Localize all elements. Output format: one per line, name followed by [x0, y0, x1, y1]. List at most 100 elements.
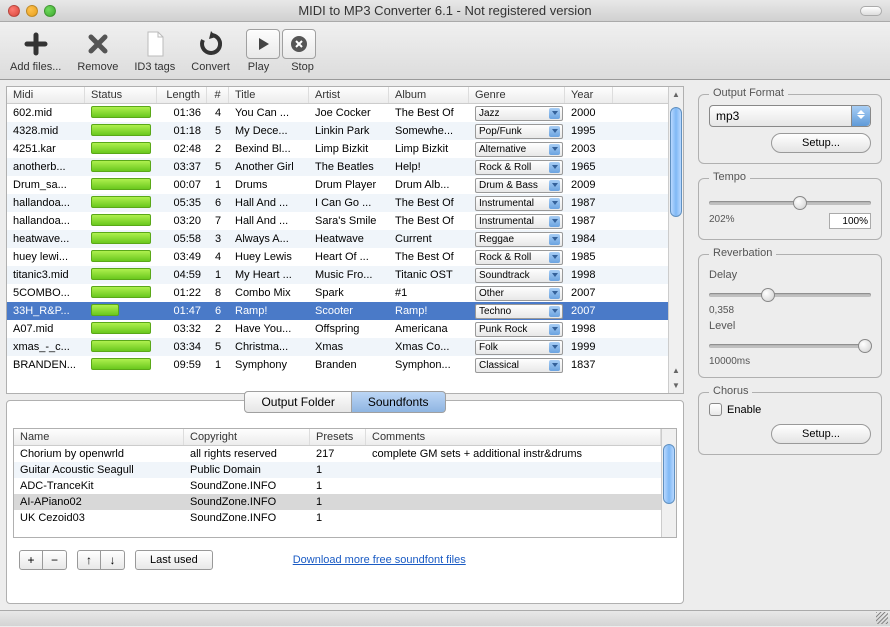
table-row[interactable]: Drum_sa...00:071DrumsDrum PlayerDrum Alb… [7, 176, 668, 194]
sf-scrollbar[interactable] [661, 429, 676, 537]
convert-button[interactable]: Convert [191, 29, 230, 73]
genre-select[interactable]: Folk [475, 340, 563, 355]
chorus-label: Chorus [709, 385, 752, 397]
genre-select[interactable]: Rock & Roll [475, 160, 563, 175]
stop-button[interactable] [282, 29, 316, 59]
tab-soundfonts[interactable]: Soundfonts [352, 391, 446, 413]
stop-icon [290, 35, 308, 53]
table-row[interactable]: 33H_R&P...01:476Ramp!ScooterRamp!Techno2… [7, 302, 668, 320]
level-label: Level [709, 320, 871, 332]
table-row[interactable]: 5COMBO...01:228Combo MixSpark#1Other2007 [7, 284, 668, 302]
col-genre[interactable]: Genre [469, 87, 565, 103]
checkbox-icon [709, 403, 722, 416]
sf-move-up-button[interactable]: ↑ [77, 550, 101, 570]
scroll-up2-icon[interactable]: ▲ [669, 363, 683, 378]
soundfont-row[interactable]: UK Cezoid03SoundZone.INFO1 [14, 510, 661, 526]
tempo-default-input[interactable] [829, 213, 871, 229]
output-format-group: Output Format mp3 Setup... [698, 94, 882, 164]
table-row[interactable]: heatwave...05:583Always A...HeatwaveCurr… [7, 230, 668, 248]
genre-select[interactable]: Drum & Bass [475, 178, 563, 193]
genre-select[interactable]: Alternative [475, 142, 563, 157]
genre-select[interactable]: Other [475, 286, 563, 301]
table-row[interactable]: anotherb...03:375Another GirlThe Beatles… [7, 158, 668, 176]
col-album[interactable]: Album [389, 87, 469, 103]
col-midi[interactable]: Midi [7, 87, 85, 103]
col-length[interactable]: Length [157, 87, 207, 103]
toolbar-toggle-button[interactable] [860, 6, 882, 16]
scroll-thumb[interactable] [663, 444, 675, 504]
genre-select[interactable]: Techno [475, 304, 563, 319]
scroll-up-icon[interactable]: ▲ [669, 87, 683, 102]
genre-select[interactable]: Instrumental [475, 196, 563, 211]
sf-col-name[interactable]: Name [14, 429, 184, 445]
window-title: MIDI to MP3 Converter 6.1 - Not register… [0, 3, 890, 18]
download-soundfonts-link[interactable]: Download more free soundfont files [293, 554, 466, 566]
col-artist[interactable]: Artist [309, 87, 389, 103]
sf-move-down-button[interactable]: ↓ [101, 550, 125, 570]
sf-add-button[interactable]: + [19, 550, 43, 570]
soundfont-row[interactable]: AI-APiano02SoundZone.INFO1 [14, 494, 661, 510]
table-row[interactable]: 602.mid01:364You Can ...Joe CockerThe Be… [7, 104, 668, 122]
resize-handle[interactable] [876, 612, 888, 624]
vertical-scrollbar[interactable]: ▲ ▲ ▼ [668, 87, 683, 393]
table-row[interactable]: huey lewi...03:494Huey LewisHeart Of ...… [7, 248, 668, 266]
genre-select[interactable]: Classical [475, 358, 563, 373]
table-row[interactable]: 4328.mid01:185My Dece...Linkin ParkSomew… [7, 122, 668, 140]
genre-select[interactable]: Rock & Roll [475, 250, 563, 265]
minimize-button[interactable] [26, 5, 38, 17]
table-row[interactable]: hallandoa...05:356Hall And ...I Can Go .… [7, 194, 668, 212]
genre-select[interactable]: Reggae [475, 232, 563, 247]
output-setup-button[interactable]: Setup... [771, 133, 871, 153]
col-status[interactable]: Status [85, 87, 157, 103]
output-format-select[interactable]: mp3 [709, 105, 871, 127]
delay-slider[interactable] [709, 287, 871, 303]
last-used-button[interactable]: Last used [135, 550, 213, 570]
genre-select[interactable]: Jazz [475, 106, 563, 121]
genre-select[interactable]: Pop/Funk [475, 124, 563, 139]
add-files-button[interactable]: Add files... [10, 29, 61, 73]
output-format-label: Output Format [709, 87, 788, 99]
level-slider[interactable] [709, 338, 871, 354]
table-row[interactable]: BRANDEN...09:591SymphonyBrandenSymphon..… [7, 356, 668, 374]
table-body[interactable]: 602.mid01:364You Can ...Joe CockerThe Be… [7, 104, 668, 393]
soundfont-row[interactable]: Guitar Acoustic SeagullPublic Domain1 [14, 462, 661, 478]
col-year[interactable]: Year [565, 87, 613, 103]
col-title[interactable]: Title [229, 87, 309, 103]
sf-col-presets[interactable]: Presets [310, 429, 366, 445]
sf-remove-button[interactable]: − [43, 550, 67, 570]
scroll-down-icon[interactable]: ▼ [669, 378, 683, 393]
bottom-panel: Output Folder Soundfonts Name Copyright … [6, 400, 684, 604]
table-row[interactable]: hallandoa...03:207Hall And ...Sara's Smi… [7, 212, 668, 230]
id3-tags-button[interactable]: ID3 tags [134, 29, 175, 73]
genre-select[interactable]: Instrumental [475, 214, 563, 229]
sf-col-copyright[interactable]: Copyright [184, 429, 310, 445]
chorus-enable-checkbox[interactable]: Enable [709, 403, 871, 416]
remove-button[interactable]: Remove [77, 29, 118, 73]
genre-select[interactable]: Soundtrack [475, 268, 563, 283]
reverb-label: Reverbation [709, 247, 776, 259]
soundfont-row[interactable]: ADC-TranceKitSoundZone.INFO1 [14, 478, 661, 494]
plus-icon [21, 29, 51, 59]
zoom-button[interactable] [44, 5, 56, 17]
tab-output-folder[interactable]: Output Folder [244, 391, 351, 413]
scroll-thumb[interactable] [670, 107, 682, 217]
table-row[interactable]: titanic3.mid04:591My Heart ...Music Fro.… [7, 266, 668, 284]
soundfonts-body[interactable]: Chorium by openwrldall rights reserved21… [14, 446, 661, 526]
table-row[interactable]: 4251.kar02:482Bexind Bl...Limp BizkitLim… [7, 140, 668, 158]
delay-label: Delay [709, 269, 871, 281]
table-row[interactable]: A07.mid03:322Have You...OffspringAmerica… [7, 320, 668, 338]
sf-col-comments[interactable]: Comments [366, 429, 661, 445]
col-num[interactable]: # [207, 87, 229, 103]
play-button[interactable] [246, 29, 280, 59]
chorus-setup-button[interactable]: Setup... [771, 424, 871, 444]
tempo-value: 202% [709, 214, 735, 225]
document-icon [140, 29, 170, 59]
midi-files-table: Midi Status Length # Title Artist Album … [6, 86, 684, 394]
tempo-slider[interactable] [709, 195, 871, 211]
tempo-group: Tempo 202% [698, 178, 882, 240]
titlebar: MIDI to MP3 Converter 6.1 - Not register… [0, 0, 890, 22]
table-row[interactable]: xmas_-_c...03:345Christma...XmasXmas Co.… [7, 338, 668, 356]
close-button[interactable] [8, 5, 20, 17]
genre-select[interactable]: Punk Rock [475, 322, 563, 337]
soundfont-row[interactable]: Chorium by openwrldall rights reserved21… [14, 446, 661, 462]
